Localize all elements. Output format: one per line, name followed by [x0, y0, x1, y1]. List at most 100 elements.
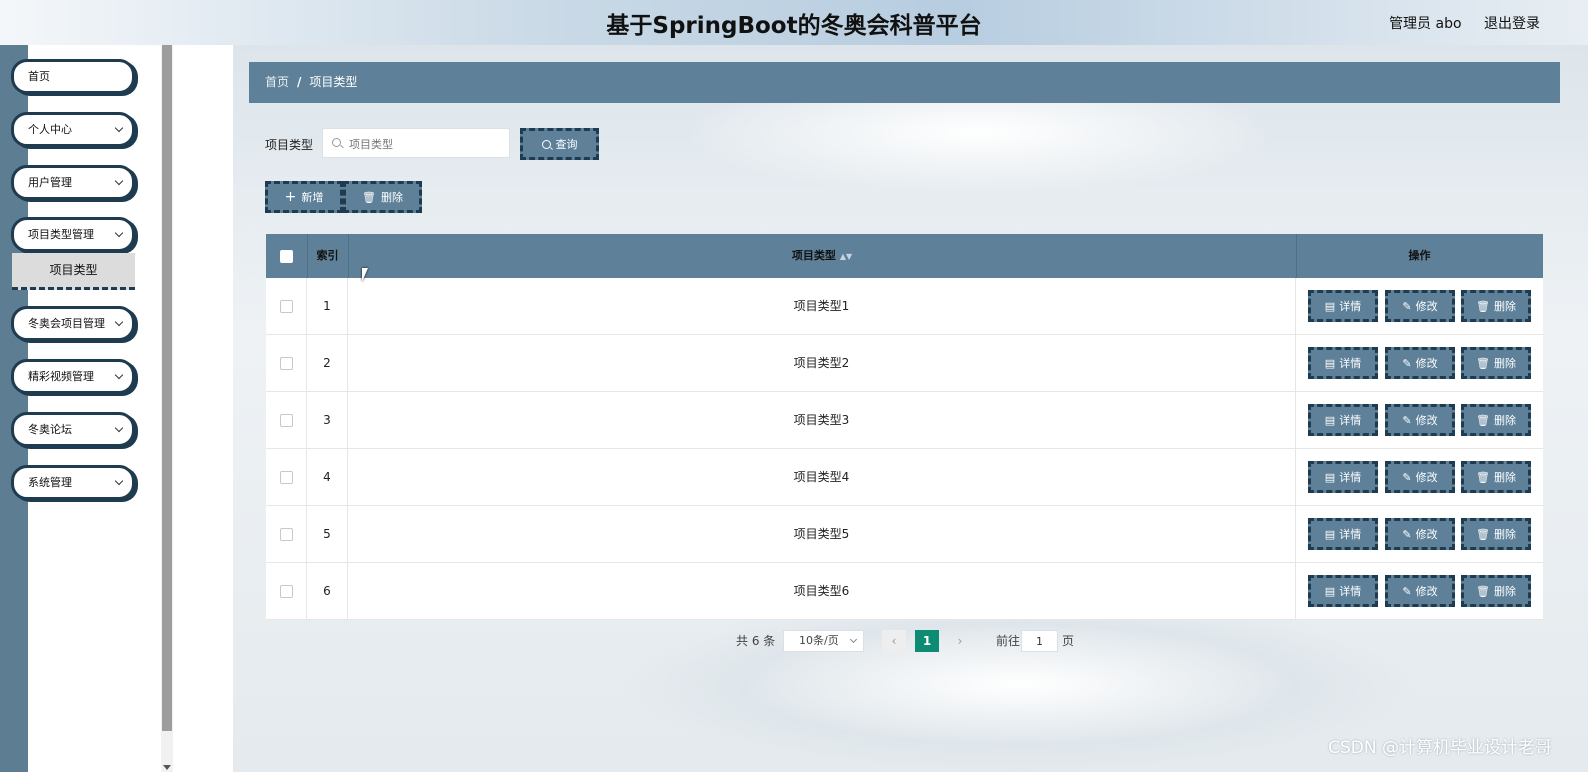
row-select-cell — [266, 335, 307, 391]
row-actions: ▤ 详情 ✎ 修改 🗑 删除 — [1296, 449, 1543, 505]
row-type: 项目类型3 — [348, 392, 1296, 448]
select-all-cell — [266, 234, 308, 278]
sidebar-item-home[interactable]: 首页 — [11, 59, 135, 94]
pencil-icon: ✎ — [1402, 413, 1412, 427]
row-checkbox[interactable] — [279, 471, 293, 484]
add-button[interactable]: + 新增 — [265, 181, 343, 213]
search-input[interactable] — [347, 129, 511, 159]
row-select-cell — [266, 278, 307, 334]
add-button-label: 新增 — [301, 191, 324, 204]
sidebar-item-personal-center[interactable]: 个人中心 — [11, 112, 135, 147]
query-button[interactable]: 查询 — [520, 128, 599, 160]
watermark: CSDN @计算机毕业设计老哥 — [1328, 738, 1552, 758]
table-row: 3 项目类型3 ▤ 详情 ✎ 修改 🗑 删除 — [266, 392, 1543, 449]
row-checkbox[interactable] — [279, 357, 293, 370]
row-checkbox[interactable] — [279, 585, 293, 598]
breadcrumb-home[interactable]: 首页 — [265, 75, 289, 89]
sort-icon[interactable]: ▲▼ — [840, 235, 852, 279]
document-icon: ▤ — [1324, 299, 1336, 313]
chevron-down-icon — [114, 370, 124, 380]
sidebar-item-system-management[interactable]: 系统管理 — [11, 465, 135, 500]
detail-button[interactable]: ▤ 详情 — [1308, 347, 1378, 379]
pencil-icon: ✎ — [1402, 356, 1412, 370]
top-header: 基于SpringBoot的冬奥会科普平台 管理员 abo 退出登录 — [0, 0, 1588, 45]
select-all-checkbox[interactable] — [280, 249, 293, 263]
edit-button[interactable]: ✎ 修改 — [1385, 290, 1455, 322]
detail-button[interactable]: ▤ 详情 — [1308, 404, 1378, 436]
scrollbar-thumb[interactable] — [162, 45, 172, 731]
current-user: 管理员 abo — [1389, 16, 1462, 32]
detail-button[interactable]: ▤ 详情 — [1308, 461, 1378, 493]
row-select-cell — [266, 563, 307, 619]
goto-page-input[interactable] — [1021, 630, 1058, 652]
edit-button[interactable]: ✎ 修改 — [1385, 404, 1455, 436]
column-header-actions: 操作 — [1408, 249, 1431, 262]
row-actions: ▤ 详情 ✎ 修改 🗑 删除 — [1296, 563, 1543, 619]
content-gutter — [173, 45, 233, 772]
edit-button-label: 修改 — [1415, 356, 1438, 370]
trash-icon: 🗑 — [1476, 584, 1490, 598]
detail-button-label: 详情 — [1339, 299, 1362, 313]
sidebar-item-video-management[interactable]: 精彩视频管理 — [11, 359, 135, 394]
document-icon: ▤ — [1324, 527, 1336, 541]
mouse-cursor-icon — [362, 268, 368, 282]
detail-button-label: 详情 — [1339, 584, 1362, 598]
sidebar-scrollbar[interactable] — [161, 45, 173, 772]
bulk-delete-button[interactable]: 🗑 删除 — [343, 181, 422, 213]
column-header-index: 索引 — [307, 234, 349, 278]
table-row: 1 项目类型1 ▤ 详情 ✎ 修改 🗑 删除 — [266, 278, 1543, 335]
delete-button-label: 删除 — [1493, 299, 1516, 313]
delete-button[interactable]: 🗑 删除 — [1461, 347, 1531, 379]
row-checkbox[interactable] — [279, 528, 293, 541]
delete-button[interactable]: 🗑 删除 — [1461, 290, 1531, 322]
search-field[interactable] — [322, 128, 511, 159]
row-actions: ▤ 详情 ✎ 修改 🗑 删除 — [1296, 392, 1543, 448]
column-header-type[interactable]: 项目类型 ▲▼ — [348, 234, 1297, 278]
delete-button-label: 删除 — [1493, 356, 1516, 370]
row-index: 5 — [307, 506, 348, 562]
delete-button[interactable]: 🗑 删除 — [1461, 575, 1531, 607]
trash-icon: 🗑 — [362, 190, 376, 204]
table-row: 4 项目类型4 ▤ 详情 ✎ 修改 🗑 删除 — [266, 449, 1543, 506]
trash-icon: 🗑 — [1476, 470, 1490, 484]
chevron-down-icon — [114, 176, 124, 186]
sidebar-stripe — [0, 45, 28, 772]
row-checkbox[interactable] — [279, 300, 293, 313]
detail-button[interactable]: ▤ 详情 — [1308, 575, 1378, 607]
logout-link[interactable]: 退出登录 — [1484, 16, 1540, 32]
prev-page-button[interactable]: ‹ — [882, 630, 906, 652]
delete-button[interactable]: 🗑 删除 — [1461, 518, 1531, 550]
chevron-down-icon — [114, 423, 124, 433]
row-index: 3 — [307, 392, 348, 448]
breadcrumb: 首页 / 项目类型 — [249, 62, 1560, 103]
pencil-icon: ✎ — [1402, 470, 1412, 484]
detail-button[interactable]: ▤ 详情 — [1308, 518, 1378, 550]
delete-button[interactable]: 🗑 删除 — [1461, 404, 1531, 436]
page-size-select[interactable]: 10条/页 — [783, 630, 864, 652]
chevron-down-icon — [114, 317, 124, 327]
detail-button[interactable]: ▤ 详情 — [1308, 290, 1378, 322]
sidebar-item-forum[interactable]: 冬奥论坛 — [11, 412, 135, 447]
sidebar-item-project-type-management[interactable]: 项目类型管理 — [11, 217, 135, 252]
detail-button-label: 详情 — [1339, 413, 1362, 427]
edit-button[interactable]: ✎ 修改 — [1385, 518, 1455, 550]
sidebar-item-user-management[interactable]: 用户管理 — [11, 165, 135, 200]
sidebar-subitem-project-type[interactable]: 项目类型 — [12, 253, 135, 290]
row-type: 项目类型2 — [348, 335, 1296, 391]
user-area: 管理员 abo 退出登录 — [1371, 13, 1540, 33]
document-icon: ▤ — [1324, 584, 1336, 598]
delete-button[interactable]: 🗑 删除 — [1461, 461, 1531, 493]
trash-icon: 🗑 — [1476, 527, 1490, 541]
sidebar-item-olympic-project-management[interactable]: 冬奥会项目管理 — [11, 306, 135, 341]
page-number-current[interactable]: 1 — [915, 630, 939, 652]
edit-button[interactable]: ✎ 修改 — [1385, 347, 1455, 379]
query-button-label: 查询 — [555, 138, 578, 151]
project-type-table: 索引 项目类型 ▲▼ 操作 1 项目类型1 ▤ 详情 ✎ 修改 🗑 删除 2 项目类型2 ▤ 详情 ✎ 修改… — [266, 234, 1543, 620]
row-checkbox[interactable] — [279, 414, 293, 427]
scroll-down-arrow-icon[interactable] — [163, 765, 171, 770]
next-page-button[interactable]: › — [948, 630, 972, 652]
edit-button[interactable]: ✎ 修改 — [1385, 461, 1455, 493]
delete-button-label: 删除 — [1493, 584, 1516, 598]
chevron-down-icon — [114, 476, 124, 486]
edit-button[interactable]: ✎ 修改 — [1385, 575, 1455, 607]
